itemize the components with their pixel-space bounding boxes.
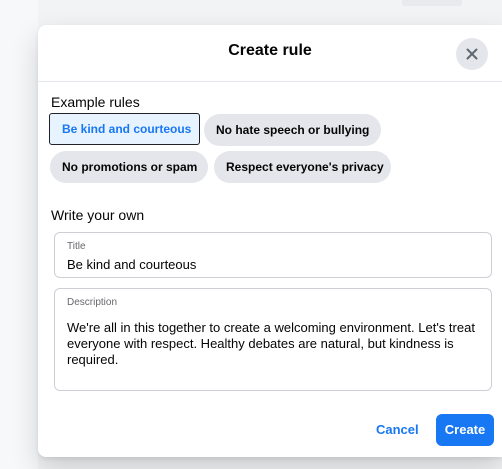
write-your-own-heading: Write your own (51, 207, 145, 223)
background-tab-fragment (402, 0, 462, 6)
rule-title-label: Title (67, 241, 86, 252)
create-rule-dialog: Create rule Example rules Be kind and co… (38, 25, 502, 457)
rule-description-label: Description (67, 297, 118, 308)
rule-title-field[interactable]: Title Be kind and courteous (54, 232, 492, 278)
dialog-header: Create rule (38, 25, 502, 82)
background-panel (0, 0, 38, 469)
dialog-title: Create rule (228, 42, 312, 59)
example-rule-privacy-chip[interactable]: Respect everyone's privacy (214, 151, 391, 183)
example-rule-no-hate-chip[interactable]: No hate speech or bullying (204, 114, 381, 146)
create-button[interactable]: Create (436, 414, 494, 446)
example-rule-be-kind-chip[interactable]: Be kind and courteous (49, 113, 200, 145)
close-button[interactable] (456, 38, 488, 70)
screen-stage: Create rule Example rules Be kind and co… (0, 0, 502, 469)
rule-description-value[interactable]: We're all in this together to create a w… (67, 320, 481, 368)
rule-title-value[interactable]: Be kind and courteous (67, 257, 481, 272)
example-rule-no-promotions-chip[interactable]: No promotions or spam (50, 151, 208, 183)
rule-description-field[interactable]: Description We're all in this together t… (54, 288, 492, 391)
example-rules-heading: Example rules (51, 94, 140, 110)
cancel-button[interactable]: Cancel (368, 414, 427, 446)
close-icon (466, 48, 478, 60)
